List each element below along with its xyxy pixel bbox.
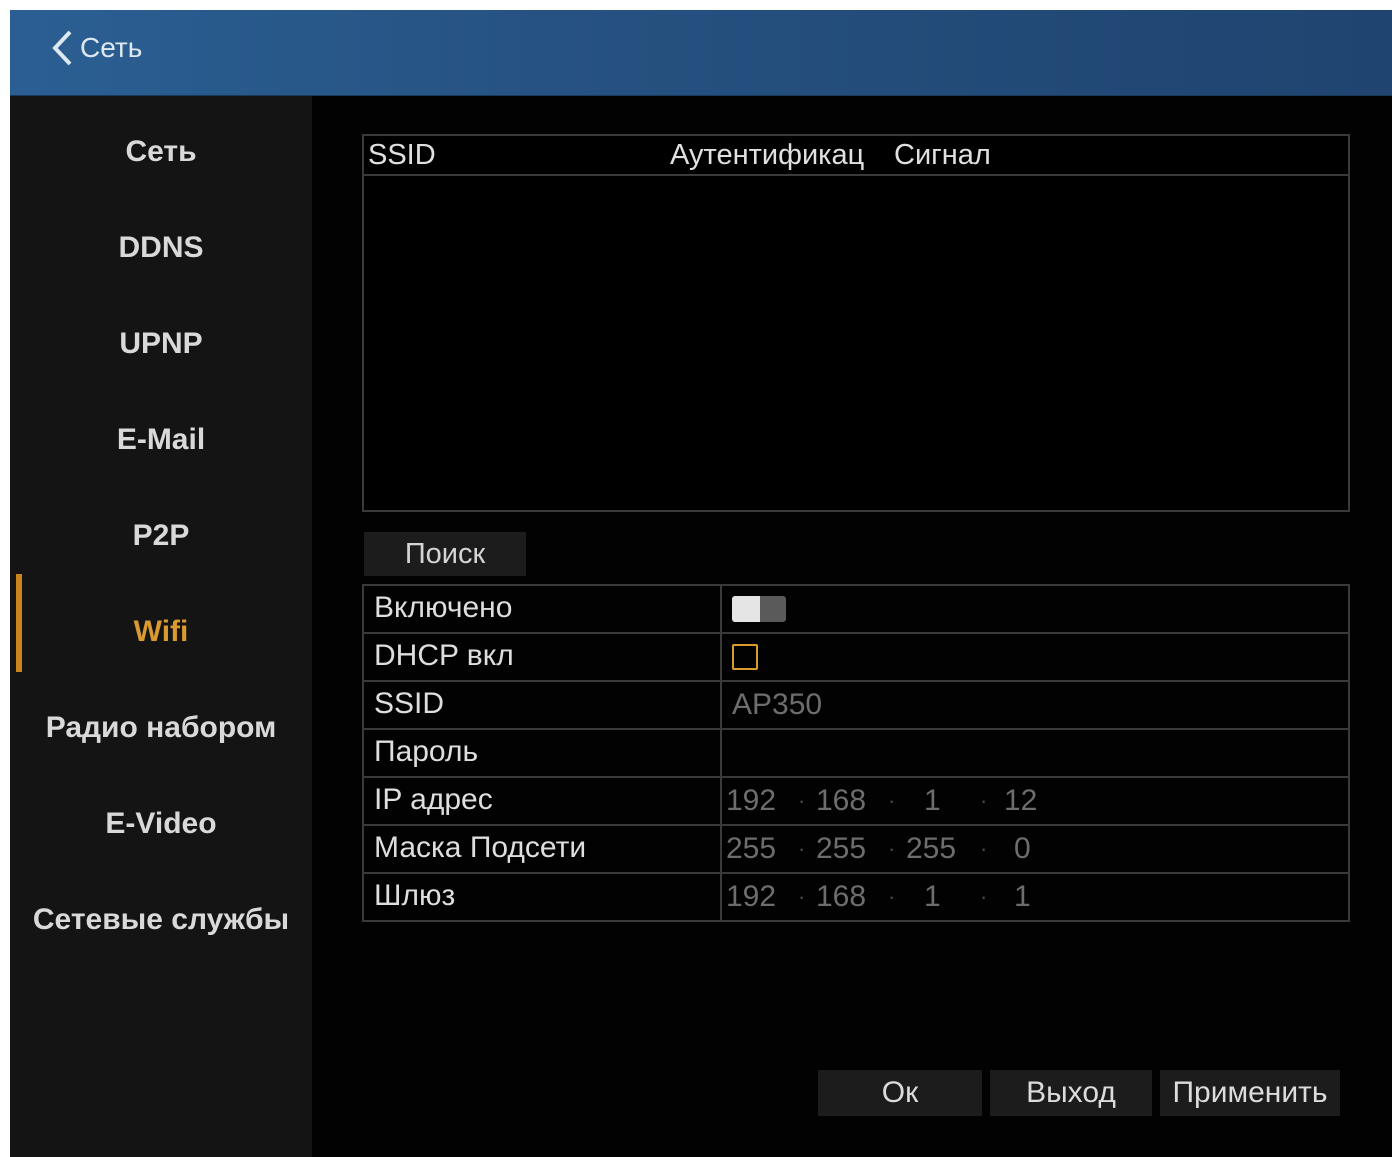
title-bar: Сеть [10, 10, 1392, 96]
toggle-track [760, 596, 786, 622]
ssid-value: AP350 [732, 688, 823, 721]
form-row-gateway: Шлюз 192 · 168 · 1 · 1 [364, 874, 1348, 922]
mask-octet-2[interactable]: 255 [816, 826, 866, 872]
ssid-field[interactable]: AP350 [722, 682, 1348, 728]
mask-label: Маска Подсети [364, 826, 722, 872]
ok-button[interactable]: Ок [818, 1070, 982, 1116]
apply-button[interactable]: Применить [1160, 1070, 1340, 1116]
mask-field[interactable]: 255 · 255 · 255 · 0 [722, 826, 1348, 872]
gateway-label: Шлюз [364, 874, 722, 920]
ip-octet-2[interactable]: 168 [816, 778, 866, 824]
form-row-password: Пароль [364, 730, 1348, 778]
sidebar-item-email[interactable]: E-Mail [10, 410, 312, 470]
wifi-form: Включено DHCP вкл SSID AP350 Пароль IP а… [362, 584, 1350, 922]
sidebar-item-evideo[interactable]: E-Video [10, 794, 312, 854]
password-label: Пароль [364, 730, 722, 776]
gateway-octet-4[interactable]: 1 [1014, 874, 1031, 920]
dhcp-label: DHCP вкл [364, 634, 722, 680]
mask-octet-3[interactable]: 255 [906, 826, 956, 872]
mask-octet-1[interactable]: 255 [726, 826, 776, 872]
gateway-field[interactable]: 192 · 168 · 1 · 1 [722, 874, 1348, 920]
ssid-label: SSID [364, 682, 722, 728]
form-row-dhcp: DHCP вкл [364, 634, 1348, 682]
exit-button[interactable]: Выход [990, 1070, 1152, 1116]
form-row-ip: IP адрес 192 · 168 · 1 · 12 [364, 778, 1348, 826]
form-row-enabled: Включено [364, 586, 1348, 634]
dhcp-checkbox[interactable] [732, 644, 758, 670]
ip-octet-3[interactable]: 1 [924, 778, 941, 824]
wifi-network-list[interactable]: SSID Аутентификац Сигнал [362, 134, 1350, 512]
sidebar-item-ddns[interactable]: DDNS [10, 218, 312, 278]
dhcp-value [722, 634, 1348, 680]
back-label: Сеть [80, 32, 143, 63]
column-auth: Аутентификац [670, 139, 865, 171]
wifi-settings-panel: SSID Аутентификац Сигнал Поиск Включено … [312, 96, 1392, 1157]
chevron-left-icon [52, 30, 72, 66]
sidebar-item-network-services[interactable]: Сетевые службы [10, 890, 312, 950]
sidebar-item-wifi[interactable]: Wifi [10, 602, 312, 662]
password-field[interactable] [722, 730, 1348, 776]
column-ssid: SSID [368, 139, 436, 171]
settings-window: Сеть Сеть DDNS UPNP E-Mail P2P Wifi Ради… [10, 10, 1392, 1157]
search-button[interactable]: Поиск [364, 532, 526, 576]
form-row-mask: Маска Подсети 255 · 255 · 255 · 0 [364, 826, 1348, 874]
wifi-list-header: SSID Аутентификац Сигнал [364, 136, 1348, 176]
form-row-ssid: SSID AP350 [364, 682, 1348, 730]
enabled-toggle[interactable] [732, 596, 786, 622]
sidebar-item-dialup[interactable]: Радио набором [10, 698, 312, 758]
enabled-value [722, 586, 1348, 632]
sidebar-item-upnp[interactable]: UPNP [10, 314, 312, 374]
column-signal: Сигнал [894, 139, 991, 171]
ip-field[interactable]: 192 · 168 · 1 · 12 [722, 778, 1348, 824]
toggle-knob [732, 596, 760, 622]
back-button[interactable]: Сеть [50, 28, 142, 68]
gateway-octet-2[interactable]: 168 [816, 874, 866, 920]
gateway-octet-1[interactable]: 192 [726, 874, 776, 920]
sidebar-item-network[interactable]: Сеть [10, 122, 312, 182]
ip-octet-4[interactable]: 12 [1004, 778, 1037, 824]
enabled-label: Включено [364, 586, 722, 632]
sidebar: Сеть DDNS UPNP E-Mail P2P Wifi Радио наб… [10, 96, 312, 1157]
sidebar-item-p2p[interactable]: P2P [10, 506, 312, 566]
ip-label: IP адрес [364, 778, 722, 824]
ip-octet-1[interactable]: 192 [726, 778, 776, 824]
mask-octet-4[interactable]: 0 [1014, 826, 1031, 872]
gateway-octet-3[interactable]: 1 [924, 874, 941, 920]
